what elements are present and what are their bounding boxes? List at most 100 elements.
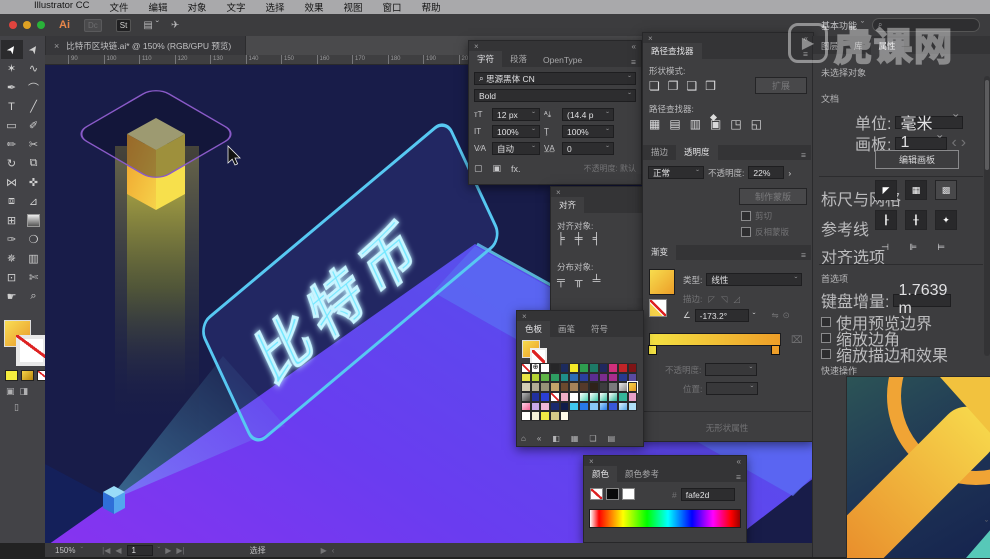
menu-item[interactable]: 选择: [256, 0, 295, 14]
gradient-stroke-thumbnail[interactable]: [649, 299, 667, 317]
align-object-icon[interactable]: ╞: [557, 233, 565, 245]
column-graph-tool[interactable]: ▥: [23, 249, 45, 268]
shape-mode-icon[interactable]: ❏: [649, 79, 660, 93]
screen-mode-button[interactable]: ▯: [14, 402, 19, 413]
swatch[interactable]: [598, 392, 609, 402]
swatch[interactable]: [530, 382, 541, 393]
lasso-tool[interactable]: ∿: [23, 59, 45, 78]
align-object-icon[interactable]: ╪: [575, 233, 583, 245]
clip-checkbox[interactable]: [741, 211, 751, 221]
draw-behind-icon[interactable]: ◨: [20, 386, 29, 397]
opacity-field[interactable]: 22%: [748, 166, 785, 179]
key-increment-field[interactable]: 1.7639 m: [893, 282, 952, 317]
swatch[interactable]: [540, 372, 551, 383]
swatch[interactable]: [550, 401, 560, 412]
magic-wand-tool[interactable]: ✶: [1, 59, 23, 78]
close-panel-icon[interactable]: ×: [648, 34, 653, 43]
tab-paragraph[interactable]: 段落: [502, 51, 535, 67]
artboard-tool[interactable]: ⊡: [1, 268, 23, 287]
swatch[interactable]: [540, 411, 551, 422]
swatch[interactable]: [608, 392, 618, 402]
swatch[interactable]: [627, 372, 638, 383]
swatches-footer-icon[interactable]: ⌂: [521, 434, 526, 443]
scroll-down-icon[interactable]: ˇ: [985, 519, 988, 529]
kerning-field[interactable]: 自动 ˇ: [492, 142, 540, 155]
swatch[interactable]: [569, 382, 580, 393]
font-style-field[interactable]: Bold ˇ: [474, 89, 636, 102]
status-back-icon[interactable]: ‹: [332, 546, 335, 555]
tab-stroke[interactable]: 描边: [643, 144, 676, 160]
arrange-documents-icon[interactable]: ▤ ˇ: [143, 20, 159, 31]
search-input[interactable]: ⌕: [872, 18, 980, 32]
swatch[interactable]: [588, 382, 599, 393]
swatches-footer-icon[interactable]: ❑: [589, 434, 596, 443]
document-tab[interactable]: × 比特币区块链.ai* @ 150% (RGB/GPU 预览): [45, 36, 247, 55]
swatch[interactable]: [550, 372, 560, 383]
edit-artboards-button[interactable]: 编辑画板: [875, 150, 959, 169]
gradient-type-select[interactable]: 线性 ˇ: [706, 273, 803, 286]
transparency-grid-icon[interactable]: ▩: [935, 180, 957, 200]
shape-mode-icon[interactable]: ❑: [687, 79, 698, 93]
smart-guides-icon[interactable]: ✦: [935, 210, 957, 230]
swatch[interactable]: [617, 401, 628, 412]
prev-artboard-icon[interactable]: ◀: [115, 546, 121, 555]
swatch[interactable]: [579, 401, 589, 412]
close-panel-icon[interactable]: ×: [474, 42, 479, 51]
color-white-swatch[interactable]: [622, 488, 635, 500]
close-document-icon[interactable]: ×: [54, 41, 59, 51]
swatch[interactable]: [627, 363, 638, 373]
pathfinder-icon[interactable]: ▥: [690, 117, 701, 131]
swatch[interactable]: [569, 401, 580, 412]
swatches-footer-icon[interactable]: ◧: [552, 434, 560, 443]
horizontal-scale-field[interactable]: 100% ˇ: [562, 125, 614, 138]
swatch[interactable]: [588, 363, 599, 373]
zoom-window-button[interactable]: [37, 21, 45, 29]
swatch[interactable]: [608, 382, 618, 393]
font-family-field[interactable]: ⌕ 思源黑体 CN ˇ: [474, 72, 636, 85]
swatch[interactable]: [617, 363, 628, 373]
tab-gradient[interactable]: 渐变: [643, 244, 677, 260]
line-segment-tool[interactable]: ╱: [23, 97, 45, 116]
color-none-swatch[interactable]: [590, 488, 603, 500]
share-icon[interactable]: ✈: [171, 20, 179, 31]
swatch[interactable]: [521, 363, 531, 373]
rectangle-tool[interactable]: ▭: [1, 116, 23, 135]
status-play-icon[interactable]: ▶: [321, 546, 327, 555]
gradient-stop-left[interactable]: [648, 345, 657, 355]
panel-menu-icon[interactable]: ≡: [731, 472, 746, 482]
snap-pixel-icon[interactable]: ⊨: [931, 239, 951, 255]
opacity-expand-icon[interactable]: ›: [788, 168, 791, 178]
gradient-angle-field[interactable]: -173.2°: [694, 309, 749, 322]
tab-layers[interactable]: 图层: [813, 38, 846, 54]
swatch[interactable]: [559, 382, 570, 393]
tab-align[interactable]: 对齐: [551, 197, 585, 213]
scale-strokes-effects-checkbox[interactable]: [821, 349, 831, 359]
close-panel-icon[interactable]: ×: [522, 312, 527, 321]
swatch[interactable]: [626, 381, 639, 394]
shape-mode-icon[interactable]: ❐: [668, 79, 679, 93]
vertical-scale-field[interactable]: 100% ˇ: [492, 125, 540, 138]
color-black-swatch[interactable]: [606, 488, 619, 500]
zoom-chevron-icon[interactable]: ˇ: [80, 546, 83, 555]
make-mask-button[interactable]: 制作蒙版: [739, 188, 807, 205]
direct-selection-tool[interactable]: ➤: [23, 40, 45, 59]
tracking-field[interactable]: 0ˇ: [562, 142, 614, 155]
leading-field[interactable]: (14.4 pˇ: [562, 108, 614, 121]
swatch[interactable]: [617, 382, 628, 393]
slice-tool[interactable]: ✄: [23, 268, 45, 287]
swatch[interactable]: [530, 401, 541, 412]
swatch[interactable]: [579, 372, 589, 383]
swatch[interactable]: [530, 411, 541, 422]
appearance-square-icon[interactable]: ▢: [474, 163, 483, 174]
zoom-tool[interactable]: ⌕: [23, 287, 45, 306]
swatch[interactable]: [521, 411, 531, 422]
swatch[interactable]: [579, 392, 589, 402]
menu-item[interactable]: 窗口: [373, 0, 412, 14]
menu-item[interactable]: 文件: [99, 0, 138, 14]
pen-tool[interactable]: ✒: [1, 78, 23, 97]
swatch[interactable]: [617, 392, 628, 402]
appearance-fill-icon[interactable]: ▣: [493, 163, 502, 174]
swatches-footer-icon[interactable]: «: [537, 434, 541, 443]
distribute-object-icon[interactable]: ╥: [575, 275, 583, 287]
close-window-button[interactable]: [9, 21, 17, 29]
